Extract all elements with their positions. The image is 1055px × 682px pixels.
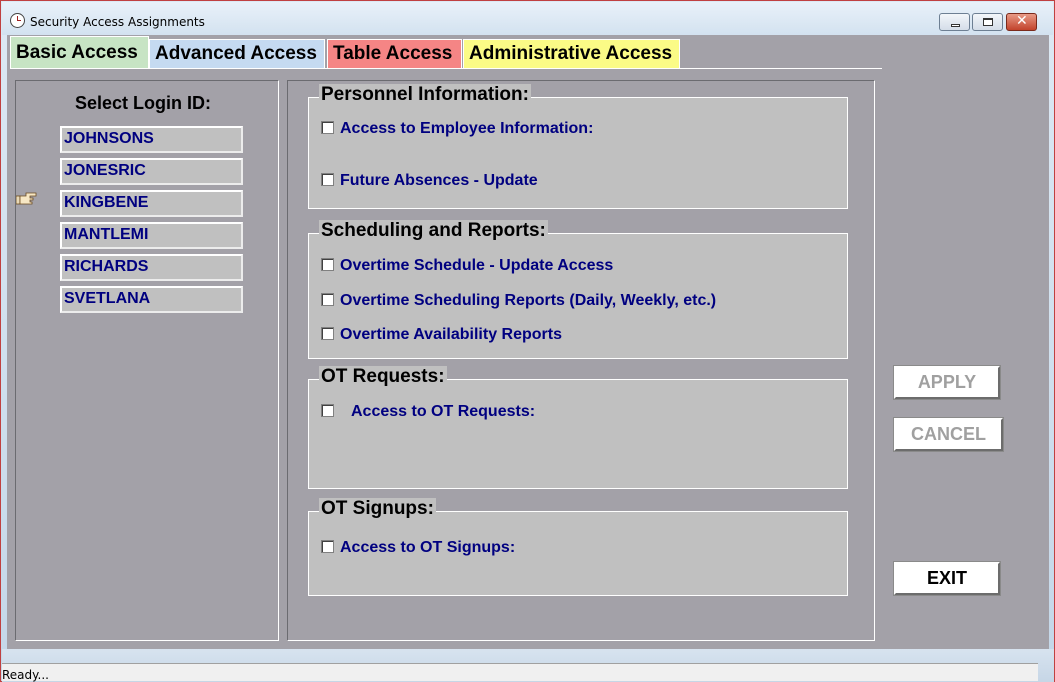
login-item-johnsons[interactable]: JOHNSONS bbox=[60, 126, 243, 153]
personnel-group: Personnel Information: Access to Employe… bbox=[308, 84, 848, 209]
ot-signups-group-title: OT Signups: bbox=[319, 498, 436, 520]
minimize-icon bbox=[951, 24, 960, 27]
login-item-jonesric[interactable]: JONESRIC bbox=[60, 158, 243, 185]
login-panel-title: Select Login ID: bbox=[75, 93, 212, 113]
tab-table-access[interactable]: Table Access bbox=[327, 39, 462, 69]
checkbox[interactable] bbox=[321, 540, 334, 553]
ot-requests-group-title: OT Requests: bbox=[319, 366, 447, 388]
option-label: Overtime Availability Reports bbox=[340, 326, 562, 343]
login-item-svetlana[interactable]: SVETLANA bbox=[60, 286, 243, 313]
minimize-button[interactable] bbox=[939, 13, 970, 31]
option-label: Overtime Schedule - Update Access bbox=[340, 257, 614, 274]
status-panel: Ready... bbox=[2, 663, 1038, 682]
option-label: Access to OT Requests: bbox=[351, 403, 536, 420]
scheduling-group-title: Scheduling and Reports: bbox=[319, 220, 548, 242]
checkbox[interactable] bbox=[321, 327, 334, 340]
title-bar[interactable]: Security Access Assignments ✕ bbox=[2, 2, 1053, 35]
apply-button[interactable]: APPLY bbox=[893, 365, 1001, 400]
checkbox[interactable] bbox=[321, 121, 334, 134]
checkbox[interactable] bbox=[321, 173, 334, 186]
client-area: Basic Access Advanced Access Table Acces… bbox=[7, 35, 1049, 649]
status-text: Ready... bbox=[2, 668, 49, 682]
app-window: Security Access Assignments ✕ Basic Acce… bbox=[0, 0, 1055, 682]
restore-icon bbox=[983, 18, 993, 26]
permissions-panel: Personnel Information: Access to Employe… bbox=[287, 80, 875, 641]
option-label: Access to OT Signups: bbox=[340, 539, 516, 556]
close-button[interactable]: ✕ bbox=[1006, 13, 1037, 31]
option-label: Future Absences - Update bbox=[340, 172, 538, 189]
option-label: Access to Employee Information: bbox=[340, 120, 594, 137]
tab-administrative-access[interactable]: Administrative Access bbox=[463, 39, 680, 69]
checkbox[interactable] bbox=[321, 258, 334, 271]
cancel-button[interactable]: CANCEL bbox=[893, 417, 1004, 452]
ot-requests-group: OT Requests: Access to OT Requests: bbox=[308, 366, 848, 489]
exit-button[interactable]: EXIT bbox=[893, 561, 1001, 596]
login-item-richards[interactable]: RICHARDS bbox=[60, 254, 243, 281]
tab-basic-access[interactable]: Basic Access bbox=[10, 36, 149, 69]
scheduling-group: Scheduling and Reports: Overtime Schedul… bbox=[308, 220, 848, 359]
option-label: Overtime Scheduling Reports (Daily, Week… bbox=[340, 292, 717, 309]
close-icon: ✕ bbox=[1016, 13, 1028, 29]
login-panel: Select Login ID: JOHNSONS JONESRIC KINGB… bbox=[15, 80, 279, 641]
checkbox[interactable] bbox=[321, 404, 334, 417]
tab-advanced-access[interactable]: Advanced Access bbox=[149, 39, 325, 69]
pointing-hand-icon bbox=[16, 192, 37, 205]
login-item-kingbene[interactable]: KINGBENE bbox=[60, 190, 243, 217]
ot-signups-group: OT Signups: Access to OT Signups: bbox=[308, 498, 848, 596]
checkbox[interactable] bbox=[321, 293, 334, 306]
personnel-group-title: Personnel Information: bbox=[319, 84, 531, 106]
tab-divider bbox=[10, 68, 882, 69]
maximize-button[interactable] bbox=[972, 13, 1003, 31]
status-bar: Ready... bbox=[2, 649, 1054, 682]
clock-icon bbox=[10, 13, 25, 28]
login-item-mantlemi[interactable]: MANTLEMI bbox=[60, 222, 243, 249]
window-title: Security Access Assignments bbox=[30, 15, 205, 29]
